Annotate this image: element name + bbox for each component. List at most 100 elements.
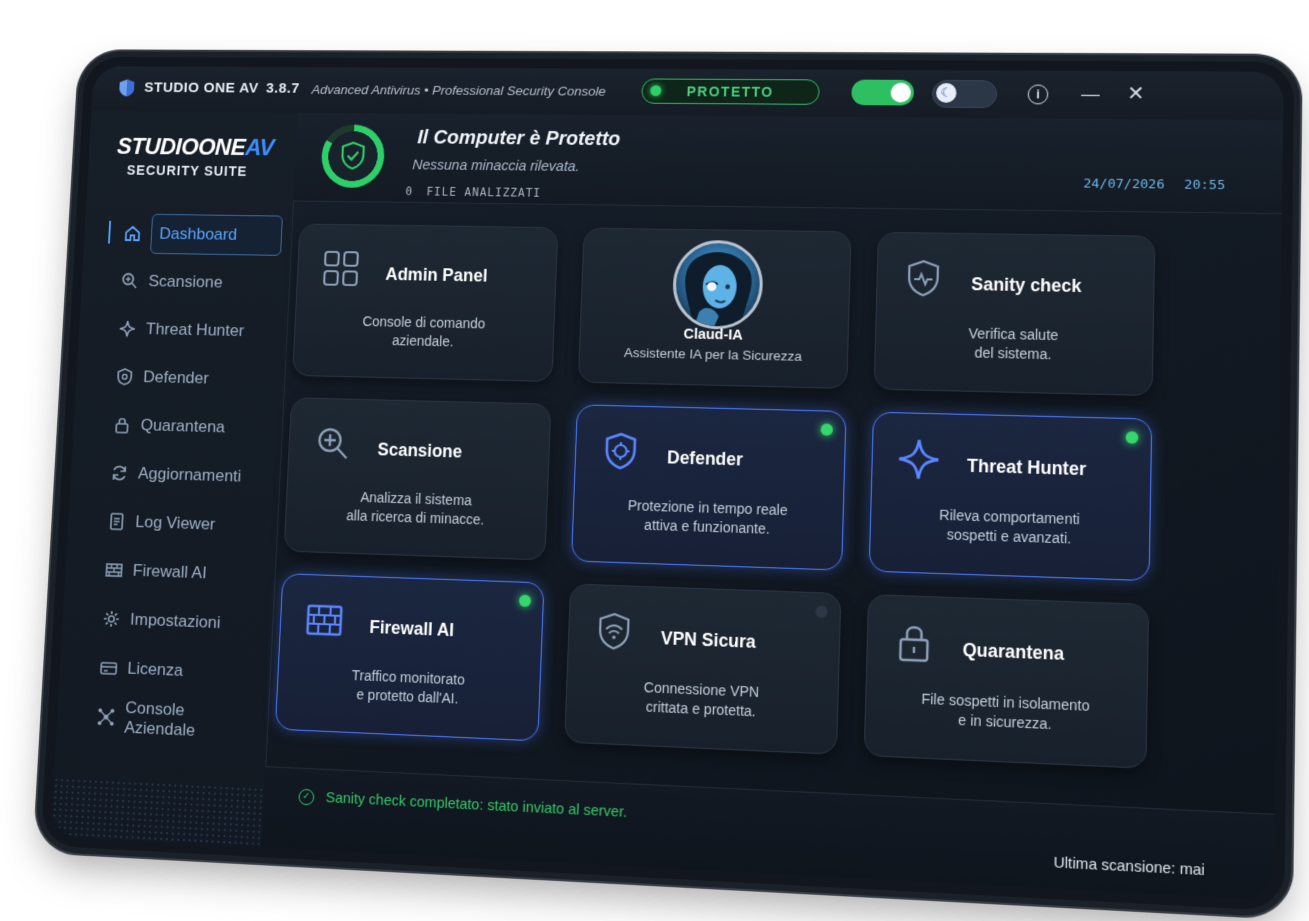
sidebar-item-label: Defender bbox=[142, 367, 210, 388]
card-description: Verifica salute del sistema. bbox=[896, 323, 1132, 366]
sidebar-item-label: Aggiornamenti bbox=[137, 463, 242, 486]
active-indicator bbox=[107, 220, 112, 244]
device-frame: STUDIO ONE AV 3.8.7 Advanced Antivirus • … bbox=[40, 56, 1295, 912]
info-button[interactable]: i bbox=[1027, 84, 1049, 105]
status-dot bbox=[650, 85, 662, 97]
firewall-ai-card[interactable]: Firewall AI Traffico monitorato e protett… bbox=[274, 573, 545, 742]
sidebar-item-label: Log Viewer bbox=[134, 512, 216, 534]
logo-text: STUDIOONE bbox=[116, 133, 246, 161]
protection-status-badge: PROTETTO bbox=[641, 78, 820, 105]
card-title: Sanity check bbox=[970, 274, 1082, 297]
threat-hunter-card[interactable]: Threat Hunter Rileva comportamenti sospet… bbox=[868, 411, 1153, 582]
card-description: Protezione in tempo reale attiva e funzio… bbox=[593, 495, 823, 540]
sparkle-icon bbox=[118, 319, 138, 339]
sidebar-item-label: Quarantena bbox=[140, 415, 226, 437]
sidebar-item-label: Scansione bbox=[148, 271, 224, 292]
vpn-card[interactable]: VPN Sicura Connessione VPN crittata e pro… bbox=[564, 583, 842, 755]
admin-panel-card[interactable]: Admin Panel Console di comando aziendale. bbox=[292, 223, 559, 382]
sidebar-item-licenza[interactable]: Licenza bbox=[74, 642, 262, 699]
sidebar: STUDIOONEAV SECURITY SUITE Dashboard Sca… bbox=[50, 111, 299, 848]
sidebar-nav: Dashboard Scansione Threat Hunter Defend… bbox=[71, 209, 283, 748]
card-title: Quarantena bbox=[962, 639, 1065, 665]
scan-card[interactable]: Scansione Analizza il sistema alla ricerc… bbox=[283, 397, 552, 561]
card-title: Threat Hunter bbox=[966, 455, 1087, 480]
card-description: File sospetti in isolamento e in sicurezz… bbox=[886, 688, 1125, 737]
shield-pulse-icon bbox=[901, 257, 945, 300]
search-icon bbox=[120, 271, 140, 290]
shield-target-icon bbox=[599, 430, 642, 473]
sanity-check-card[interactable]: Sanity check Verifica salute del sistema. bbox=[873, 231, 1156, 397]
footer-message: ✓ Sanity check completato: stato inviato… bbox=[298, 788, 628, 822]
card-description: Rileva comportamenti sospetti e avanzati. bbox=[891, 504, 1129, 550]
active-status-led bbox=[820, 423, 834, 436]
brand-logo: STUDIOONEAV bbox=[116, 134, 274, 162]
sidebar-item-label: Impostazioni bbox=[129, 609, 221, 632]
decorative-dot-pattern bbox=[50, 776, 265, 848]
sidebar-item-scansione[interactable]: Scansione bbox=[95, 257, 280, 308]
sidebar-item-label: Firewall AI bbox=[132, 561, 208, 583]
shield-wifi-icon bbox=[592, 609, 635, 653]
sidebar-item-aggiornamenti[interactable]: Aggiornamenti bbox=[85, 448, 272, 502]
last-scan-info: Ultima scansione: mai bbox=[1053, 854, 1205, 880]
current-time: 20:55 bbox=[1184, 177, 1226, 194]
firewall-icon bbox=[104, 560, 124, 580]
sidebar-item-impostazioni[interactable]: Impostazioni bbox=[76, 593, 264, 649]
sidebar-item-firewall-ai[interactable]: Firewall AI bbox=[79, 545, 266, 600]
app-name-text: STUDIO ONE AV bbox=[143, 79, 259, 97]
sidebar-item-console-aziendale[interactable]: Console Aziendale bbox=[71, 691, 259, 749]
footer-message-text: Sanity check completato: stato inviato a… bbox=[325, 790, 628, 822]
card-title: Firewall AI bbox=[369, 616, 455, 641]
files-analyzed: 0 FILE ANALIZZATI bbox=[405, 185, 541, 200]
close-button[interactable]: ✕ bbox=[1122, 81, 1149, 107]
quarantine-card[interactable]: Quarantena File sospetti in isolamento e … bbox=[863, 593, 1150, 769]
active-status-led bbox=[518, 594, 532, 608]
minimize-button[interactable]: — bbox=[1077, 81, 1104, 107]
defender-card[interactable]: Defender Protezione in tempo reale attiva… bbox=[570, 404, 847, 571]
sidebar-item-label: Console Aziendale bbox=[123, 698, 196, 740]
protection-toggle[interactable] bbox=[851, 79, 915, 106]
network-icon bbox=[96, 707, 116, 728]
card-title: Admin Panel bbox=[385, 264, 488, 286]
card-desc-line: aziendale. bbox=[391, 332, 454, 350]
refresh-icon bbox=[110, 463, 130, 483]
sidebar-item-label: Threat Hunter bbox=[145, 319, 245, 340]
document-icon bbox=[107, 512, 127, 532]
dark-mode-toggle[interactable]: ☾ bbox=[931, 80, 998, 109]
inactive-status-led bbox=[815, 605, 828, 619]
shield-logo-icon bbox=[118, 79, 135, 97]
logo-av: AV bbox=[244, 135, 275, 162]
lock-icon bbox=[892, 620, 936, 665]
card-icon bbox=[99, 658, 119, 678]
lock-icon bbox=[112, 415, 132, 435]
moon-icon: ☾ bbox=[935, 82, 957, 103]
sidebar-item-quarantena[interactable]: Quarantena bbox=[87, 400, 273, 453]
toggle-knob bbox=[890, 82, 912, 103]
brand-subtitle: SECURITY SUITE bbox=[126, 162, 248, 179]
page-title: Il Computer è Protetto bbox=[416, 127, 621, 151]
card-description: Connessione VPN crittata e protetta. bbox=[586, 676, 817, 724]
ai-description: Assistente IA per la Sicurezza bbox=[623, 345, 803, 364]
shield-icon bbox=[115, 367, 135, 387]
card-title: Defender bbox=[666, 447, 744, 470]
grid-icon bbox=[320, 248, 362, 289]
app-name: STUDIO ONE AV 3.8.7 bbox=[144, 80, 300, 97]
sidebar-item-label: Licenza bbox=[127, 658, 184, 680]
shield-check-icon bbox=[336, 140, 370, 173]
sidebar-item-defender[interactable]: Defender bbox=[90, 352, 276, 405]
app-window: STUDIO ONE AV 3.8.7 Advanced Antivirus • … bbox=[50, 66, 1284, 900]
sidebar-item-dashboard[interactable]: Dashboard bbox=[98, 209, 283, 259]
active-status-led bbox=[1125, 431, 1139, 444]
card-title: VPN Sicura bbox=[660, 628, 757, 652]
home-icon bbox=[123, 224, 143, 243]
ai-assistant-card[interactable]: Claud-IA Assistente IA per la Sicurezza bbox=[577, 227, 852, 389]
sparkle-icon bbox=[897, 437, 941, 481]
sidebar-item-threat-hunter[interactable]: Threat Hunter bbox=[93, 304, 279, 356]
status-subtitle: Nessuna minaccia rilevata. bbox=[412, 157, 580, 175]
files-count: 0 bbox=[405, 184, 414, 199]
status-header: Il Computer è Protetto Nessuna minaccia … bbox=[293, 112, 1284, 215]
sidebar-item-log-viewer[interactable]: Log Viewer bbox=[82, 496, 269, 551]
app-subtitle: Advanced Antivirus • Professional Securi… bbox=[311, 82, 607, 99]
search-icon bbox=[312, 422, 354, 464]
ai-avatar bbox=[671, 239, 765, 331]
protection-ring bbox=[320, 124, 386, 189]
